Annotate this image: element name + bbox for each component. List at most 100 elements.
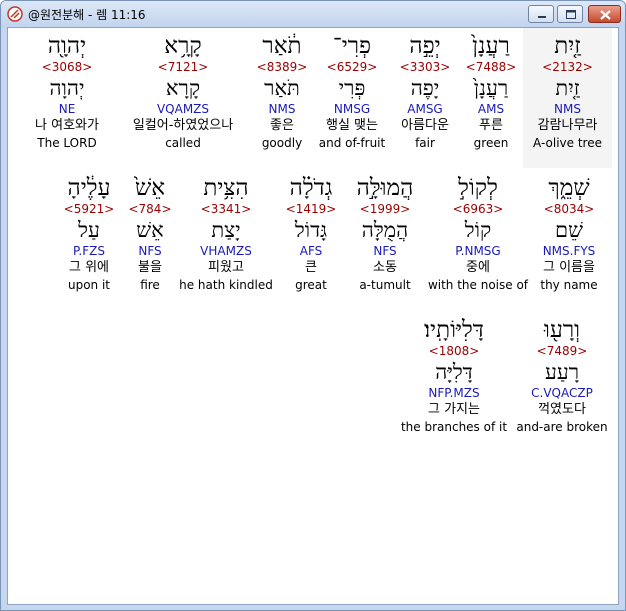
hebrew-word: יְפֵ֣ה — [409, 33, 441, 59]
strong-number: <2132> — [542, 60, 593, 74]
strong-number: <1999> — [359, 202, 411, 216]
english-gloss: A-olive tree — [533, 136, 602, 150]
word-block[interactable]: יְהוָ֖ה <3068> יְהוָה NE 나 여호와가 The LORD — [22, 32, 112, 151]
word-block[interactable]: וְרָע֖וּ <7489> רָעַע C.VQACZP 꺽였도다 and-… — [514, 316, 610, 435]
morphology-code: NMSG — [333, 102, 371, 116]
korean-gloss: 피웠고 — [208, 260, 244, 275]
word-block[interactable]: יְפֵ֣ה <3303> יָפֶה AMSG 아름다운 fair — [391, 32, 459, 151]
morphology-code: AFS — [299, 244, 323, 258]
analysis-panel[interactable]: זַ֤יִת <2132> זַ֤יִת NMS 감람나무라 A-olive t… — [8, 28, 618, 604]
korean-gloss: 행실 맺는 — [326, 118, 378, 133]
word-block[interactable]: פְרִי־ <6529> פְּרִי NMSG 행실 맺는 and of-f… — [312, 32, 392, 151]
close-icon — [600, 10, 611, 20]
app-window: @원전분해 - 렘 11:16 זַ֤יִת <2132> זַ֤יִת NMS… — [0, 0, 626, 611]
english-gloss: and-are broken — [516, 420, 608, 434]
english-gloss: goodly — [261, 136, 303, 150]
hebrew-lemma: תֹּאַר — [264, 76, 300, 100]
hebrew-lemma: קָרָא — [165, 76, 201, 100]
english-gloss: the branches of it — [400, 420, 508, 434]
hebrew-word: שְׁמֵ֑ךְ — [548, 175, 590, 201]
hebrew-word: עָלֶ֔יהָ — [67, 175, 111, 201]
morphology-code: NMS — [554, 102, 581, 116]
morphology-code: P.FZS — [73, 244, 105, 258]
strong-number: <6963> — [452, 202, 504, 216]
morphology-code: VQAMZS — [156, 102, 210, 116]
morphology-code: NFS — [138, 244, 162, 258]
english-gloss: with the noise of — [427, 278, 529, 292]
korean-gloss: 푸른 — [479, 118, 503, 133]
morphology-code: C.VQACZP — [531, 386, 593, 400]
word-block[interactable]: זַ֤יִת <2132> זַ֤יִת NMS 감람나무라 A-olive t… — [523, 32, 612, 151]
strong-number: <7121> — [157, 60, 209, 74]
strong-number: <7488> — [465, 60, 517, 74]
morphology-code: NMS.FYS — [542, 244, 596, 258]
strong-number: <3068> — [41, 60, 93, 74]
korean-gloss: 중에 — [466, 260, 490, 275]
hebrew-lemma: פְּרִי — [338, 76, 366, 100]
word-block[interactable]: רַעֲנָן֙ <7488> רַעֲנָן֙ AMS 푸른 green — [458, 32, 524, 151]
word-block[interactable]: אֵשׁ֙ <784> אֵשׁ NFS 불을 fire — [124, 174, 176, 293]
korean-gloss: 그 이름을 — [543, 260, 595, 275]
korean-gloss: 아름다운 — [401, 118, 449, 133]
hebrew-lemma: שֵׁם — [555, 218, 583, 242]
korean-gloss: 소동 — [373, 260, 397, 275]
english-gloss: he hath kindled — [179, 278, 273, 292]
korean-gloss: 그 위에 — [68, 260, 109, 275]
window-title: @원전분해 - 렘 11:16 — [28, 8, 146, 22]
word-block[interactable]: עָלֶ֔יהָ <5921> עַל P.FZS 그 위에 upon it — [56, 174, 122, 293]
hebrew-word: רַעֲנָן֙ — [472, 33, 510, 59]
word-block[interactable]: דָּלִיּוֹתָֽיו׃ <1808> דָּלִיָּה NFP.MZS… — [398, 316, 510, 435]
korean-gloss: 큰 — [305, 260, 317, 275]
hebrew-word: הִצִּ֥ית — [203, 175, 249, 201]
word-block[interactable]: גְדֹלָ֗ה <1419> גָּדוֹל AFS 큰 great — [278, 174, 344, 293]
hebrew-lemma: יְהוָה — [49, 76, 85, 100]
maximize-button[interactable] — [557, 5, 583, 23]
hebrew-word: תֹ֔אַר — [262, 33, 302, 59]
word-block[interactable]: הֲמוּלָּ֣ה <1999> הֲמֻלָּה NFS 소동 a-tumu… — [348, 174, 422, 293]
morphology-code: AMS — [477, 102, 505, 116]
hebrew-lemma: דָּלִיָּה — [435, 360, 473, 384]
english-gloss: great — [295, 278, 327, 292]
hebrew-lemma: זַ֤יִת — [555, 76, 580, 100]
hebrew-word: דָּלִיּוֹתָֽיו׃ — [424, 317, 484, 343]
korean-gloss: 불을 — [138, 260, 162, 275]
word-block[interactable]: תֹ֔אַר <8389> תֹּאַר NMS 좋은 goodly — [252, 32, 312, 151]
client-area: זַ֤יִת <2132> זַ֤יִת NMS 감람나무라 A-olive t… — [7, 27, 619, 605]
word-block[interactable]: לְקוֹל֣ <6963> קוֹל P.NMSG 중에 with the n… — [426, 174, 530, 293]
minimize-button[interactable] — [528, 5, 554, 23]
strong-number: <8389> — [256, 60, 308, 74]
korean-gloss: 감람나무라 — [537, 118, 598, 133]
morphology-code: NE — [58, 102, 76, 116]
word-block[interactable]: הִצִּ֥ית <3341> יָצַת VHAMZS 피웠고 he hath… — [178, 174, 274, 293]
korean-gloss: 좋은 — [270, 118, 294, 133]
hebrew-word: זַ֤יִת — [554, 33, 581, 59]
hebrew-lemma: קוֹל — [464, 218, 492, 242]
english-gloss: green — [473, 136, 509, 150]
english-gloss: called — [165, 136, 201, 150]
word-block[interactable]: שְׁמֵ֑ךְ <8034> שֵׁם NMS.FYS 그 이름을 thy n… — [528, 174, 610, 293]
title-bar[interactable]: @원전분해 - 렘 11:16 — [1, 1, 625, 27]
hebrew-word: לְקוֹל֣ — [458, 175, 498, 201]
english-gloss: fair — [415, 136, 435, 150]
hebrew-lemma: עַל — [78, 218, 100, 242]
strong-number: <8034> — [543, 202, 595, 216]
strong-number: <784> — [128, 202, 172, 216]
hebrew-lemma: הֲמֻלָּה — [361, 218, 409, 242]
word-block[interactable]: קָרָ֥א <7121> קָרָא VQAMZS 일컬어-하였었으나 cal… — [118, 32, 248, 151]
english-gloss: a-tumult — [359, 278, 411, 292]
close-button[interactable] — [588, 5, 621, 23]
english-gloss: thy name — [540, 278, 598, 292]
korean-gloss: 그 가지는 — [428, 402, 480, 417]
morphology-code: VHAMZS — [200, 244, 252, 258]
hebrew-lemma: רַעֲנָן֙ — [473, 76, 509, 100]
hebrew-lemma: גָּדוֹל — [294, 218, 328, 242]
hebrew-lemma: רָעַע — [544, 360, 580, 384]
hebrew-word: וְרָע֖וּ — [543, 317, 581, 343]
strong-number: <1808> — [428, 344, 480, 358]
hebrew-word: אֵשׁ֙ — [134, 175, 166, 201]
korean-gloss: 꺽였도다 — [538, 402, 586, 417]
korean-gloss: 일컬어-하였었으나 — [132, 118, 234, 133]
hebrew-lemma: אֵשׁ — [136, 218, 164, 242]
strong-number: <5921> — [63, 202, 115, 216]
english-gloss: fire — [140, 278, 160, 292]
